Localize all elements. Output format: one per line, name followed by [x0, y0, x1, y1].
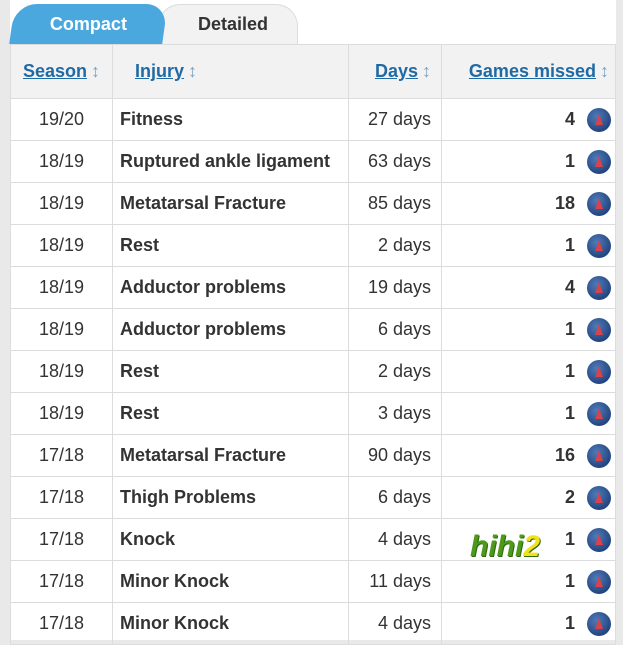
table-row: 17/18 Minor Knock 4 days 1: [10, 602, 616, 645]
tab-detailed[interactable]: Detailed: [158, 4, 298, 44]
injury-cell: Thigh Problems: [112, 476, 349, 519]
table-row: 17/18 Minor Knock 11 days 1: [10, 560, 616, 603]
sort-icon[interactable]: ↕: [188, 61, 197, 81]
injury-cell: Metatarsal Fracture: [112, 182, 349, 225]
games-missed-cell: 1: [441, 224, 616, 267]
psg-badge-icon[interactable]: [587, 527, 611, 552]
days-cell: 3 days: [348, 392, 442, 435]
games-missed-cell: 1: [441, 560, 616, 603]
season-cell: 18/19: [10, 224, 113, 267]
table-row: 19/20 Fitness 27 days 4: [10, 98, 616, 141]
games-missed-cell: 16: [441, 434, 616, 477]
psg-badge-icon[interactable]: [587, 275, 611, 300]
season-cell: 17/18: [10, 476, 113, 519]
psg-badge-icon[interactable]: [587, 485, 611, 510]
days-cell: 2 days: [348, 350, 442, 393]
table-row: 18/19 Metatarsal Fracture 85 days 18: [10, 182, 616, 225]
table-row: 17/18 Metatarsal Fracture 90 days 16: [10, 434, 616, 477]
days-cell: 2 days: [348, 224, 442, 267]
table-row: 18/19 Rest 2 days 1: [10, 350, 616, 393]
injury-cell: Ruptured ankle ligament: [112, 140, 349, 183]
psg-badge-icon[interactable]: [587, 233, 611, 258]
games-missed-cell: 1: [441, 392, 616, 435]
season-cell: 18/19: [10, 392, 113, 435]
games-missed-cell: 1: [441, 350, 616, 393]
psg-badge-icon[interactable]: [587, 443, 611, 468]
games-missed-cell: 1: [441, 308, 616, 351]
table-row: 18/19 Adductor problems 6 days 1: [10, 308, 616, 351]
watermark-logo: hihi2: [470, 530, 541, 563]
injury-cell: Rest: [112, 350, 349, 393]
days-cell: 11 days: [348, 560, 442, 603]
games-missed-cell: 1: [441, 140, 616, 183]
injury-cell: Metatarsal Fracture: [112, 434, 349, 477]
psg-badge-icon[interactable]: [587, 149, 611, 174]
table-row: 17/18 Thigh Problems 6 days 2: [10, 476, 616, 519]
days-cell: 85 days: [348, 182, 442, 225]
days-cell: 4 days: [348, 518, 442, 561]
col-season[interactable]: Season ↕: [10, 44, 113, 99]
days-cell: 6 days: [348, 476, 442, 519]
days-cell: 90 days: [348, 434, 442, 477]
injury-cell: Adductor problems: [112, 266, 349, 309]
season-cell: 18/19: [10, 350, 113, 393]
psg-badge-icon[interactable]: [587, 359, 611, 384]
season-cell: 17/18: [10, 602, 113, 645]
season-cell: 17/18: [10, 434, 113, 477]
season-cell: 19/20: [10, 98, 113, 141]
psg-badge-icon[interactable]: [587, 191, 611, 216]
col-days[interactable]: Days ↕: [348, 44, 442, 99]
season-cell: 17/18: [10, 518, 113, 561]
days-cell: 4 days: [348, 602, 442, 645]
table-row: 18/19 Ruptured ankle ligament 63 days 1: [10, 140, 616, 183]
table-row: 18/19 Rest 2 days 1: [10, 224, 616, 267]
sort-icon[interactable]: ↕: [600, 61, 609, 81]
games-missed-cell: 4: [441, 266, 616, 309]
view-tabs: Compact Detailed: [9, 0, 616, 44]
psg-badge-icon[interactable]: [587, 317, 611, 342]
injury-cell: Fitness: [112, 98, 349, 141]
days-cell: 19 days: [348, 266, 442, 309]
psg-badge-icon[interactable]: [587, 569, 611, 594]
psg-badge-icon[interactable]: [587, 401, 611, 426]
days-cell: 27 days: [348, 98, 442, 141]
col-games-missed[interactable]: Games missed ↕: [441, 44, 616, 99]
psg-badge-icon[interactable]: [587, 611, 611, 636]
days-cell: 63 days: [348, 140, 442, 183]
injury-cell: Minor Knock: [112, 560, 349, 603]
table-row: 18/19 Rest 3 days 1: [10, 392, 616, 435]
injury-cell: Knock: [112, 518, 349, 561]
injury-cell: Adductor problems: [112, 308, 349, 351]
season-cell: 18/19: [10, 182, 113, 225]
season-cell: 17/18: [10, 560, 113, 603]
col-injury[interactable]: Injury ↕: [112, 44, 349, 99]
games-missed-cell: 4: [441, 98, 616, 141]
injury-cell: Rest: [112, 224, 349, 267]
table-row: 18/19 Adductor problems 19 days 4: [10, 266, 616, 309]
sort-icon[interactable]: ↕: [91, 61, 100, 81]
season-cell: 18/19: [10, 140, 113, 183]
injury-cell: Rest: [112, 392, 349, 435]
games-missed-cell: 18: [441, 182, 616, 225]
psg-badge-icon[interactable]: [587, 107, 611, 132]
injury-cell: Minor Knock: [112, 602, 349, 645]
season-cell: 18/19: [10, 308, 113, 351]
games-missed-cell: 1: [441, 602, 616, 645]
games-missed-cell: 2: [441, 476, 616, 519]
sort-icon[interactable]: ↕: [422, 61, 431, 81]
days-cell: 6 days: [348, 308, 442, 351]
season-cell: 18/19: [10, 266, 113, 309]
tab-compact[interactable]: Compact: [9, 4, 168, 44]
